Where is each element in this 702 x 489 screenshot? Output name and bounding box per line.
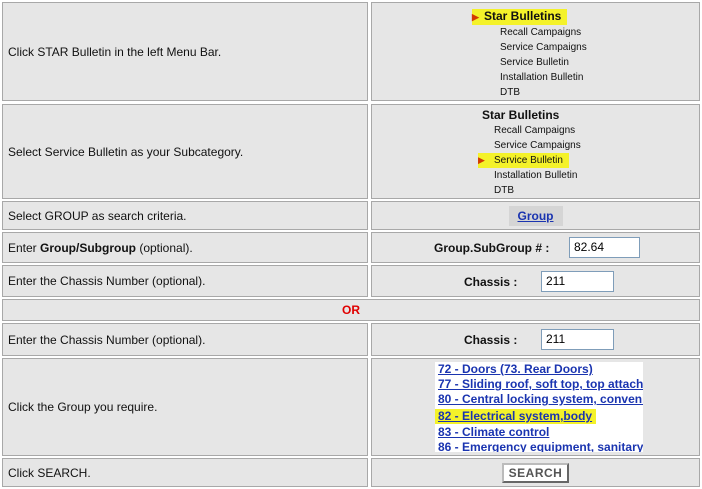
submenu-item-recall-campaigns[interactable]: Recall Campaigns bbox=[494, 123, 581, 138]
instructions-table: Click STAR Bulletin in the left Menu Bar… bbox=[0, 0, 702, 489]
step-5-instruction: Enter the Chassis Number (optional). bbox=[8, 274, 206, 288]
chassis-label: Chassis : bbox=[464, 333, 518, 347]
arrow-right-icon: ▶ bbox=[478, 155, 485, 165]
submenu-item-dtb[interactable]: DTB bbox=[494, 183, 581, 198]
group-list-item-selected[interactable]: 82 - Electrical system,body bbox=[435, 409, 597, 424]
submenu-item-service-campaigns[interactable]: Service Campaigns bbox=[494, 138, 581, 153]
step-3-instruction: Select GROUP as search criteria. bbox=[8, 208, 187, 223]
menu-star-bulletins[interactable]: Star Bulletins bbox=[478, 108, 581, 123]
submenu-item-service-bulletin-highlighted[interactable]: ▶ Service Bulletin bbox=[478, 153, 569, 168]
group-list-item[interactable]: 72 - Doors (73. Rear Doors) bbox=[435, 362, 643, 377]
chassis-label: Chassis : bbox=[464, 275, 518, 289]
group-list-item[interactable]: 80 - Central locking system, convenience bbox=[435, 392, 643, 407]
step-6-instruction-cell: Enter the Chassis Number (optional). bbox=[2, 323, 368, 356]
arrow-right-icon: ▶ bbox=[472, 12, 479, 22]
group-list-item[interactable]: 86 - Emergency equipment, sanitary bbox=[435, 440, 643, 452]
chassis-input-alt[interactable]: 211 bbox=[541, 329, 614, 350]
menu-item-recall-campaigns[interactable]: Recall Campaigns bbox=[500, 25, 587, 40]
menu-item-service-bulletin[interactable]: Service Bulletin bbox=[500, 55, 587, 70]
search-button[interactable]: SEARCH bbox=[501, 462, 570, 483]
menu-item-service-campaigns[interactable]: Service Campaigns bbox=[500, 40, 587, 55]
step-2-menu-cell: Star Bulletins Recall Campaigns Service … bbox=[371, 104, 700, 199]
step-8-instruction: Click SEARCH. bbox=[8, 465, 91, 480]
star-bulletins-menu: ▶ Star Bulletins Recall Campaigns Service… bbox=[472, 9, 587, 100]
group-list-item[interactable]: 77 - Sliding roof, soft top, top attachm… bbox=[435, 377, 643, 392]
submenu-item-installation-bulletin[interactable]: Installation Bulletin bbox=[494, 168, 581, 183]
step-4-instruction-cell: Enter Group/Subgroup (optional). bbox=[2, 232, 368, 263]
or-separator: OR bbox=[342, 303, 360, 317]
step-1-menu-cell: ▶ Star Bulletins Recall Campaigns Service… bbox=[371, 2, 700, 101]
step-3-cell: Group bbox=[371, 201, 700, 230]
chassis-input[interactable]: 211 bbox=[541, 271, 614, 292]
step-4-instruction: Enter Group/Subgroup (optional). bbox=[8, 240, 193, 255]
step-3-instruction-cell: Select GROUP as search criteria. bbox=[2, 201, 368, 230]
step-7-cell: 72 - Doors (73. Rear Doors) 77 - Sliding… bbox=[371, 358, 700, 456]
or-separator-cell: OR bbox=[2, 299, 700, 321]
menu-item-installation-bulletin[interactable]: Installation Bulletin bbox=[500, 70, 587, 85]
step-1-instruction: Click STAR Bulletin in the left Menu Bar… bbox=[8, 44, 222, 59]
menu-item-dtb[interactable]: DTB bbox=[500, 85, 587, 100]
step-4-cell: Group.SubGroup # : 82.64 bbox=[371, 232, 700, 263]
step-6-instruction: Enter the Chassis Number (optional). bbox=[8, 332, 206, 347]
group-list-item[interactable]: 83 - Climate control bbox=[435, 425, 643, 440]
step-8-cell: SEARCH bbox=[371, 458, 700, 487]
group-subgroup-input[interactable]: 82.64 bbox=[569, 237, 640, 258]
step-2-instruction-cell: Select Service Bulletin as your Subcateg… bbox=[2, 104, 368, 199]
step-8-instruction-cell: Click SEARCH. bbox=[2, 458, 368, 487]
group-button[interactable]: Group bbox=[508, 205, 563, 226]
step-1-instruction-cell: Click STAR Bulletin in the left Menu Bar… bbox=[2, 2, 368, 101]
step-5-cell: Chassis : 211 bbox=[371, 265, 700, 297]
menu-star-bulletins-highlighted[interactable]: ▶ Star Bulletins bbox=[472, 9, 568, 25]
step-6-cell: Chassis : 211 bbox=[371, 323, 700, 356]
step-7-instruction: Click the Group you require. bbox=[8, 400, 158, 414]
group-subgroup-label: Group.SubGroup # : bbox=[434, 241, 550, 255]
step-5-instruction-cell: Enter the Chassis Number (optional). bbox=[2, 265, 368, 297]
step-2-instruction: Select Service Bulletin as your Subcateg… bbox=[8, 144, 244, 159]
group-listbox[interactable]: 72 - Doors (73. Rear Doors) 77 - Sliding… bbox=[435, 362, 643, 452]
star-bulletins-submenu: Star Bulletins Recall Campaigns Service … bbox=[478, 108, 581, 198]
step-7-instruction-cell: Click the Group you require. bbox=[2, 358, 368, 456]
